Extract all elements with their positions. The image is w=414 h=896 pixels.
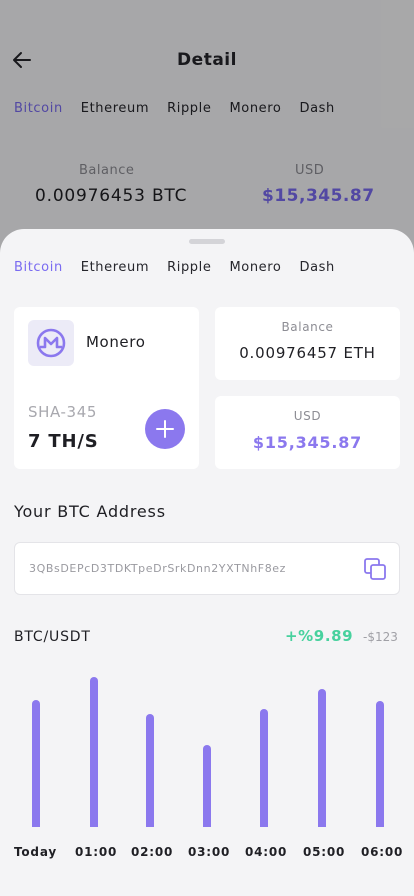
sheet-tab-monero[interactable]: Monero <box>229 260 281 275</box>
sheet-coin-tabs: Bitcoin Ethereum Ripple Monero Dash <box>14 260 353 275</box>
address-field[interactable]: 3QBsDEPcD3TDKTpeDrSrkDnn2YXTNhF8ez <box>14 542 400 595</box>
chart-bar <box>260 708 268 827</box>
bottom-sheet: Bitcoin Ethereum Ripple Monero Dash Monero S… <box>0 229 414 896</box>
sheet-drag-handle[interactable] <box>189 239 225 244</box>
sheet-tab-dash[interactable]: Dash <box>299 260 334 275</box>
chart-x-label: 04:00 <box>245 845 288 859</box>
usd-label: USD <box>293 409 322 423</box>
copy-icon[interactable] <box>363 557 387 581</box>
chart-x-axis: Today 01:00 02:00 03:00 04:00 05:00 06:00 <box>0 845 414 865</box>
price-bar-chart <box>0 669 414 829</box>
sheet-tab-ethereum[interactable]: Ethereum <box>81 260 149 275</box>
chart-x-label: 02:00 <box>131 845 174 859</box>
plus-icon <box>164 420 166 438</box>
balance-label: Balance <box>281 320 334 334</box>
balance-card: Balance 0.00976457 ETH <box>215 307 400 380</box>
usd-value: $15,345.87 <box>252 433 363 452</box>
coin-name: Monero <box>86 333 146 351</box>
chart-x-label: 03:00 <box>188 845 231 859</box>
usd-card: USD $15,345.87 <box>215 396 400 469</box>
algorithm-label: SHA-345 <box>28 403 97 421</box>
balance-value: 0.00976457 ETH <box>239 344 376 362</box>
sheet-tab-bitcoin[interactable]: Bitcoin <box>14 260 63 275</box>
chart-bar <box>376 700 384 827</box>
chart-bar <box>318 688 326 827</box>
chart-x-label: Today <box>14 845 57 859</box>
percent-change: +%9.89 <box>285 627 354 645</box>
monero-icon <box>28 320 74 366</box>
hashrate-value: 7 TH/S <box>28 431 99 452</box>
address-title: Your BTC Address <box>14 502 166 521</box>
chart-bar <box>90 676 98 827</box>
trading-pair: BTC/USDT <box>14 629 91 645</box>
chart-x-label: 06:00 <box>361 845 404 859</box>
price-delta: -$123 <box>363 630 398 644</box>
add-button[interactable] <box>145 409 185 449</box>
sheet-tab-ripple[interactable]: Ripple <box>167 260 211 275</box>
chart-bar <box>203 744 211 827</box>
address-value: 3QBsDEPcD3TDKTpeDrSrkDnn2YXTNhF8ez <box>29 562 287 575</box>
chart-bar <box>146 713 154 827</box>
chart-bar <box>32 699 40 827</box>
coin-card[interactable]: Monero SHA-345 7 TH/S <box>14 307 199 469</box>
chart-x-label: 05:00 <box>303 845 346 859</box>
chart-x-label: 01:00 <box>75 845 118 859</box>
